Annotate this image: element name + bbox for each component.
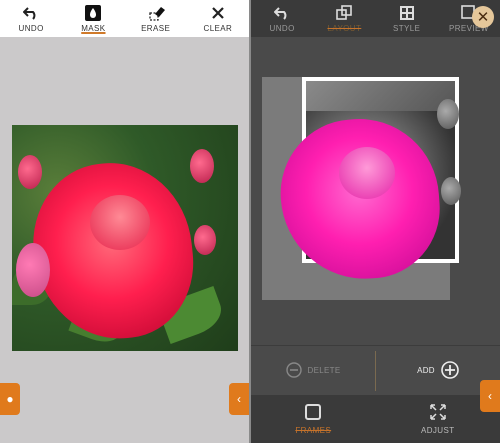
frames-label: FRAMES xyxy=(295,425,332,435)
mask-editor-panel: UNDO MASK ERASE CLEAR ● ‹ xyxy=(0,0,249,443)
layout-canvas[interactable] xyxy=(251,37,500,345)
top-toolbar: UNDO LAYOUT STYLE PREVIEW xyxy=(251,0,500,37)
rose-bud xyxy=(194,225,216,255)
chevron-left-icon: ‹ xyxy=(488,389,492,403)
photo-content xyxy=(12,125,238,351)
rose-photo[interactable] xyxy=(12,125,238,351)
undo-label: UNDO xyxy=(269,24,295,33)
gray-bud xyxy=(437,99,459,129)
expand-arrows-icon xyxy=(430,403,446,422)
style-label: STYLE xyxy=(392,24,421,33)
undo-button[interactable]: UNDO xyxy=(251,0,313,37)
drop-icon: ● xyxy=(6,392,14,406)
clear-button[interactable]: CLEAR xyxy=(187,0,249,37)
undo-button[interactable]: UNDO xyxy=(0,0,62,37)
undo-icon xyxy=(22,4,40,22)
add-label: ADD xyxy=(417,366,435,375)
layout-editor-panel: UNDO LAYOUT STYLE PREVIEW ✕ DELETE ADD F… xyxy=(251,0,500,443)
add-button[interactable]: ADD xyxy=(376,360,500,381)
minus-circle-icon xyxy=(285,361,302,380)
close-icon xyxy=(209,4,227,22)
undo-label: UNDO xyxy=(18,24,44,33)
mask-button[interactable]: MASK xyxy=(62,0,124,37)
gray-bud xyxy=(441,177,461,205)
rose-bud xyxy=(190,149,214,183)
frame-icon xyxy=(305,403,322,422)
frame-actions-row: DELETE ADD xyxy=(251,345,500,395)
panel-toggle-tab[interactable]: ‹ xyxy=(480,380,500,412)
pink-flower xyxy=(16,243,50,297)
rose-center xyxy=(339,147,395,199)
panel-toggle-tab[interactable]: ‹ xyxy=(229,383,249,415)
layout-label: LAYOUT xyxy=(327,24,362,33)
delete-label: DELETE xyxy=(307,366,341,375)
rose-bud xyxy=(18,155,42,189)
style-grid-icon xyxy=(398,4,416,22)
frames-tab[interactable]: FRAMES xyxy=(251,395,376,443)
rose-center xyxy=(90,195,150,250)
top-toolbar: UNDO MASK ERASE CLEAR xyxy=(0,0,249,37)
delete-button[interactable]: DELETE xyxy=(251,361,375,380)
style-button[interactable]: STYLE xyxy=(376,0,438,37)
adjust-label: ADJUST xyxy=(420,425,455,435)
brush-tab[interactable]: ● xyxy=(0,383,20,415)
mask-drop-icon xyxy=(84,4,102,22)
bottom-tab-bar: FRAMES ADJUST xyxy=(251,395,500,443)
layout-icon xyxy=(335,4,353,22)
clear-label: CLEAR xyxy=(203,24,233,33)
undo-icon xyxy=(273,4,291,22)
close-preview-button[interactable]: ✕ xyxy=(472,6,494,28)
layout-button[interactable]: LAYOUT xyxy=(313,0,375,37)
chevron-left-icon: ‹ xyxy=(237,392,241,406)
mask-label: MASK xyxy=(81,24,106,33)
erase-button[interactable]: ERASE xyxy=(125,0,187,37)
erase-label: ERASE xyxy=(141,24,171,33)
eraser-icon xyxy=(147,4,165,22)
close-icon: ✕ xyxy=(476,9,490,26)
plus-circle-icon xyxy=(441,360,459,381)
